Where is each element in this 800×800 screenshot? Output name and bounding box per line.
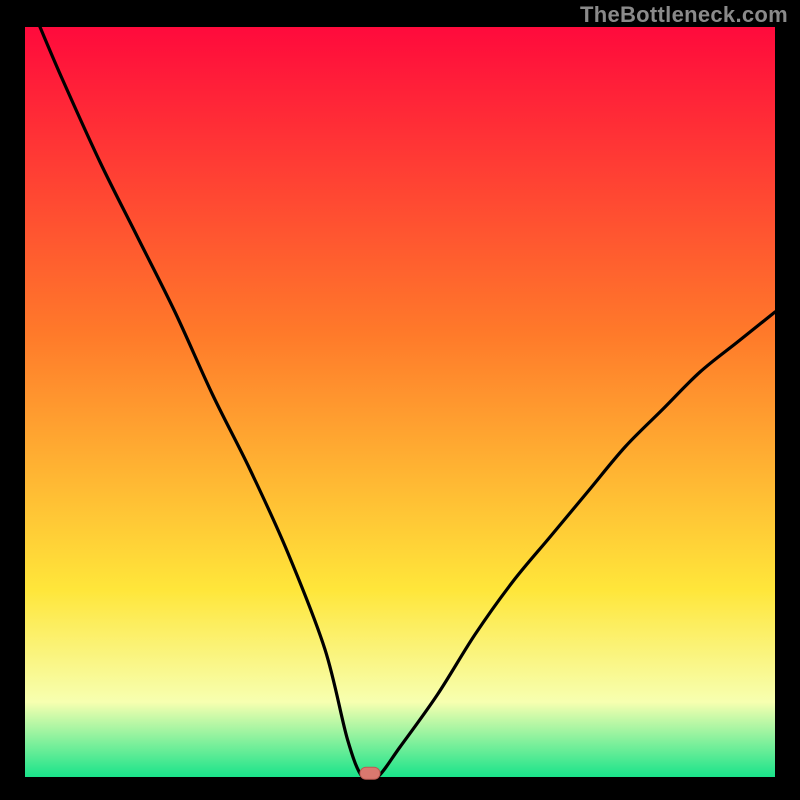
plot-background: [25, 27, 775, 777]
optimal-marker: [360, 767, 380, 779]
chart-frame: { "watermark": "TheBottleneck.com", "col…: [0, 0, 800, 800]
bottleneck-chart: [0, 0, 800, 800]
watermark-text: TheBottleneck.com: [580, 2, 788, 28]
